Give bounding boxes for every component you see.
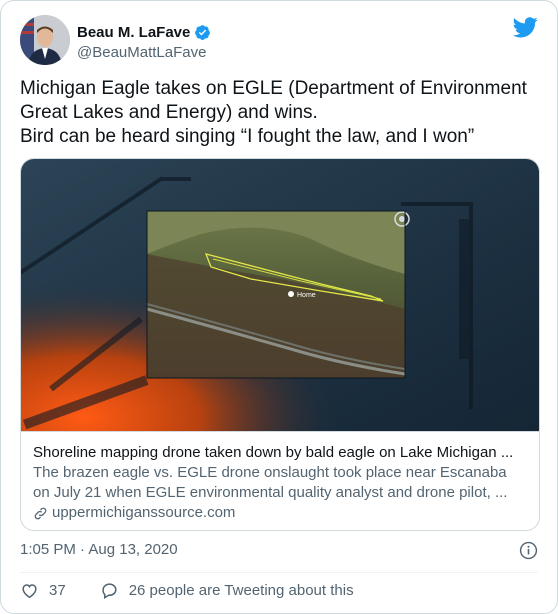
conversation-text[interactable]: 26 people are Tweeting about this	[129, 582, 354, 599]
heart-icon	[22, 584, 37, 599]
tweet-card: Beau M. LaFave @BeauMattLaFave Michigan …	[0, 0, 558, 614]
author-name-text[interactable]: Beau M. LaFave	[77, 24, 190, 41]
link-preview-description-line: on July 21 when EGLE environmental quali…	[33, 484, 508, 501]
like-button[interactable]: 37	[20, 581, 66, 600]
author-avatar[interactable]	[20, 15, 70, 65]
link-preview-description: The brazen eagle vs. EGLE drone onslaugh…	[33, 463, 527, 503]
like-count: 37	[49, 582, 66, 599]
link-preview-description-line: The brazen eagle vs. EGLE drone onslaugh…	[33, 464, 507, 481]
tweet-text-line: Great Lakes and Energy) and wins.	[20, 102, 318, 123]
tweet-text-line: Michigan Eagle takes on EGLE (Department…	[20, 78, 527, 99]
author-name[interactable]: Beau M. LaFave	[77, 24, 211, 41]
link-preview-image[interactable]: Home	[21, 159, 539, 431]
map-pin-label: Home	[297, 292, 316, 299]
twitter-bird-icon[interactable]	[513, 17, 538, 38]
info-icon[interactable]	[519, 541, 538, 560]
author-handle[interactable]: @BeauMattLaFave	[77, 44, 206, 61]
conversation-button[interactable]: 26 people are Tweeting about this	[100, 581, 354, 600]
tweet-text: Michigan Eagle takes on EGLE (Department…	[20, 77, 540, 149]
link-preview-body[interactable]: Shoreline mapping drone taken down by ba…	[21, 431, 539, 530]
divider	[20, 572, 538, 573]
link-preview-title[interactable]: Shoreline mapping drone taken down by ba…	[33, 443, 527, 463]
tweet-timestamp[interactable]: 1:05 PM · Aug 13, 2020	[20, 541, 178, 558]
link-preview-domain-text[interactable]: uppermichiganssource.com	[52, 503, 235, 523]
tweet-text-line: Bird can be heard singing “I fought the …	[20, 126, 475, 147]
tweet-actions: 37 26 people are Tweeting about this	[20, 581, 354, 600]
reply-bubble-icon	[102, 583, 117, 599]
link-preview-card[interactable]: Home Shoreline mapping drone taken down …	[20, 158, 540, 531]
verified-badge-icon	[195, 25, 211, 40]
link-icon	[34, 507, 47, 519]
link-preview-domain[interactable]: uppermichiganssource.com	[33, 503, 527, 523]
